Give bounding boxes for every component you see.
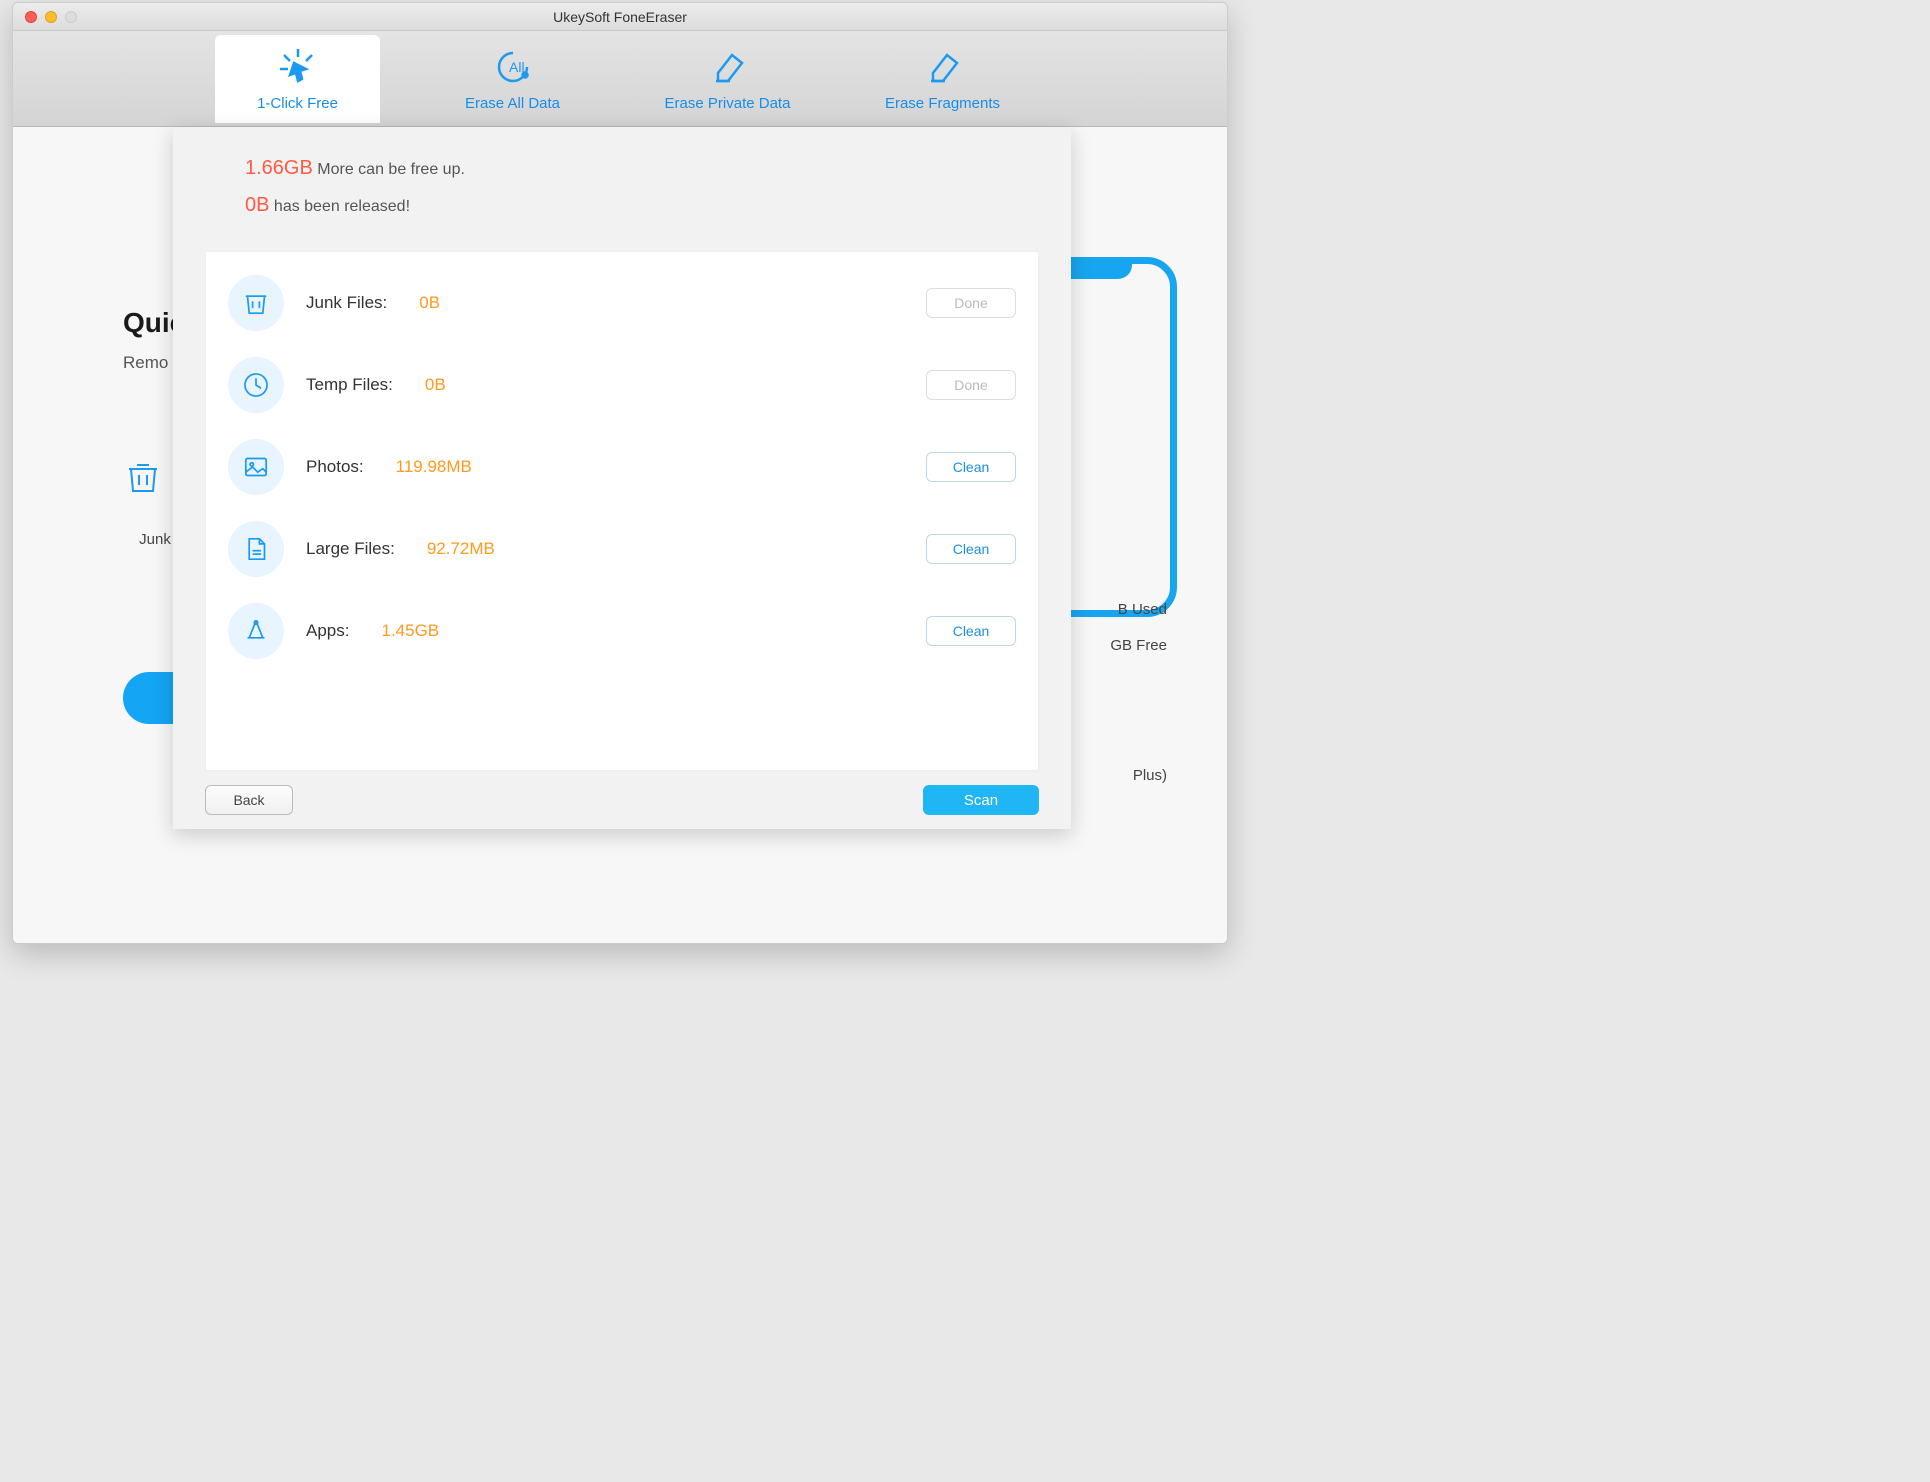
category-label: Large Files: [306,539,395,559]
category-value: 0B [425,375,446,395]
row-large-files: Large Files: 92.72MB Clean [224,508,1020,590]
category-label: Temp Files: [306,375,393,395]
clock-icon [228,357,284,413]
category-value: 92.72MB [427,539,495,559]
panel-footer: Back Scan [173,771,1071,829]
released-suffix: has been released! [269,198,410,215]
back-button[interactable]: Back [205,785,293,815]
scan-results-panel: 1.66GB More can be free up. 0B has been … [173,127,1071,829]
done-button: Done [926,370,1016,400]
panel-summary: 1.66GB More can be free up. 0B has been … [173,127,1071,251]
tab-label: Erase Private Data [665,95,791,112]
clean-button[interactable]: Clean [926,534,1016,564]
scan-button[interactable]: Scan [923,785,1039,815]
category-value: 119.98MB [396,457,472,477]
main-tabbar: 1-Click Free All Erase All Data Erase Pr… [13,31,1227,127]
category-label: Junk Files: [306,293,387,313]
image-icon [228,439,284,495]
tab-label: Erase Fragments [885,95,1000,112]
stat-free-partial: GB Free [1110,628,1167,664]
clean-button[interactable]: Clean [926,616,1016,646]
window-title: UkeySoft FoneEraser [13,9,1227,25]
row-junk-files: Junk Files: 0B Done [224,262,1020,344]
file-icon [228,521,284,577]
titlebar: UkeySoft FoneEraser [13,3,1227,31]
tab-erase-fragments[interactable]: Erase Fragments [860,35,1025,123]
cursor-click-icon [276,45,320,89]
tab-1-click-free[interactable]: 1-Click Free [215,35,380,123]
tab-label: Erase All Data [465,95,560,112]
category-label: Photos: [306,457,364,477]
category-value: 0B [419,293,440,313]
erase-all-icon: All [491,45,535,89]
category-list: Junk Files: 0B Done Temp Files: 0B Done [205,251,1039,771]
row-apps: Apps: 1.45GB Clean [224,590,1020,672]
tab-label: 1-Click Free [257,95,338,112]
bg-storage-stats: B Used GB Free [1110,592,1167,664]
apps-icon [228,603,284,659]
category-value: 1.45GB [381,621,439,641]
freeable-amount: 1.66GB [245,157,313,179]
tab-erase-private-data[interactable]: Erase Private Data [645,35,810,123]
tab-erase-all-data[interactable]: All Erase All Data [430,35,595,123]
bg-device-model-partial: Plus) [1133,767,1167,784]
row-temp-files: Temp Files: 0B Done [224,344,1020,426]
erase-private-icon [706,45,750,89]
trash-icon [228,275,284,331]
released-amount: 0B [245,194,269,216]
erase-fragments-icon [921,45,965,89]
done-button: Done [926,288,1016,318]
clean-button[interactable]: Clean [926,452,1016,482]
freeable-suffix: More can be free up. [313,161,465,178]
row-photos: Photos: 119.98MB Clean [224,426,1020,508]
category-label: Apps: [306,621,349,641]
app-window: UkeySoft FoneEraser 1-Click Free All Era… [12,2,1228,944]
stat-used-partial: B Used [1110,592,1167,628]
content-area: Quic Remo Junk B Used GB Free Plus) 1.66… [13,127,1227,943]
